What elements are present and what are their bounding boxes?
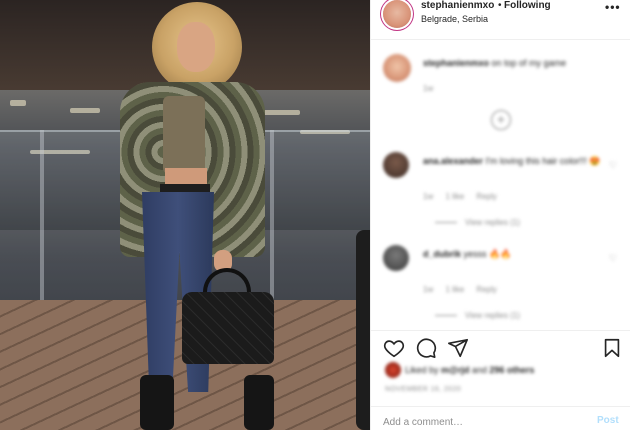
commenter-username[interactable]: ana.alexander <box>423 156 483 166</box>
caption-text: stephanienmxo on top of my game <box>423 58 566 68</box>
comment-heart-icon[interactable]: ♡ <box>609 160 617 171</box>
caption-time: 1w <box>423 84 434 93</box>
heart-icon[interactable] <box>383 337 405 359</box>
replies-line <box>435 315 457 317</box>
reply-button[interactable]: Reply <box>476 192 496 201</box>
comment-text: ana.alexander I'm loving this hair color… <box>423 156 601 167</box>
comment-bar: Post <box>371 406 630 430</box>
comment-body: yesss 🔥🔥 <box>463 249 512 259</box>
following-button[interactable]: Following <box>504 0 551 11</box>
post-details-panel: stephanienmxo • Following Belgrade, Serb… <box>370 0 630 430</box>
replies-line <box>435 222 457 224</box>
caption-body: on top of my game <box>491 58 567 68</box>
post-comment-button[interactable]: Post <box>597 415 619 426</box>
right-boot <box>244 375 274 430</box>
view-replies-label: View replies (1) <box>465 218 520 227</box>
caption-username[interactable]: stephanienmxo <box>423 58 489 68</box>
comment-meta: 1w 1 like Reply <box>423 285 507 294</box>
add-comment-input[interactable] <box>383 414 573 430</box>
face <box>177 22 215 72</box>
city-light <box>70 108 100 113</box>
plus-circle-icon[interactable]: + <box>491 110 511 130</box>
commenter-avatar[interactable] <box>383 245 409 271</box>
chair-edge <box>356 230 370 430</box>
reply-button[interactable]: Reply <box>476 285 496 294</box>
comment-text: d_dubrik yesss 🔥🔥 <box>423 249 511 260</box>
post-location[interactable]: Belgrade, Serbia <box>421 14 488 24</box>
caption: stephanienmxo on top of my game 1w <box>383 54 623 104</box>
comment-likes[interactable]: 1 like <box>445 192 464 201</box>
commenter-avatar[interactable] <box>383 152 409 178</box>
post-header: stephanienmxo • Following Belgrade, Serb… <box>371 0 630 40</box>
comment-item: d_dubrik yesss 🔥🔥 ♡ 1w 1 like Reply View… <box>383 245 623 320</box>
caption-avatar[interactable] <box>383 54 411 82</box>
comment-time: 1w <box>423 192 434 201</box>
quilted-handbag <box>182 292 274 364</box>
separator-dot: • <box>498 0 502 11</box>
comment-meta: 1w 1 like Reply <box>423 192 507 201</box>
likes-text: Liked by m@rjd and 296 others <box>405 365 534 375</box>
comment-likes[interactable]: 1 like <box>445 285 464 294</box>
paper-plane-icon[interactable] <box>447 337 469 359</box>
author-username[interactable]: stephanienmxo <box>421 0 494 11</box>
comment-body: I'm loving this hair color!!! 😍 <box>485 156 601 166</box>
likes-others[interactable]: 296 others <box>489 365 534 375</box>
post-date[interactable]: NOVEMBER 16, 2020 <box>385 386 461 393</box>
liker-avatar[interactable] <box>385 362 401 378</box>
comment-item: ana.alexander I'm loving this hair color… <box>383 152 623 227</box>
more-horizontal-icon[interactable]: ••• <box>605 0 621 14</box>
comment-icon[interactable] <box>415 337 437 359</box>
likes-prefix: Liked by <box>405 365 439 375</box>
bookmark-icon[interactable] <box>601 337 623 359</box>
likes-and: and <box>471 365 487 375</box>
comment-time: 1w <box>423 285 434 294</box>
city-light <box>10 100 26 106</box>
city-light <box>260 110 300 115</box>
left-boot <box>140 375 174 430</box>
view-replies-label: View replies (1) <box>465 311 520 320</box>
post-photo[interactable] <box>0 0 370 430</box>
commenter-username[interactable]: d_dubrik <box>423 249 461 259</box>
view-replies-button[interactable]: View replies (1) <box>435 311 520 320</box>
liker-username[interactable]: m@rjd <box>441 365 469 375</box>
author-avatar[interactable] <box>383 0 411 28</box>
post-actions <box>371 330 630 362</box>
crop-top <box>163 96 205 174</box>
view-replies-button[interactable]: View replies (1) <box>435 218 520 227</box>
comment-heart-icon[interactable]: ♡ <box>609 253 617 264</box>
